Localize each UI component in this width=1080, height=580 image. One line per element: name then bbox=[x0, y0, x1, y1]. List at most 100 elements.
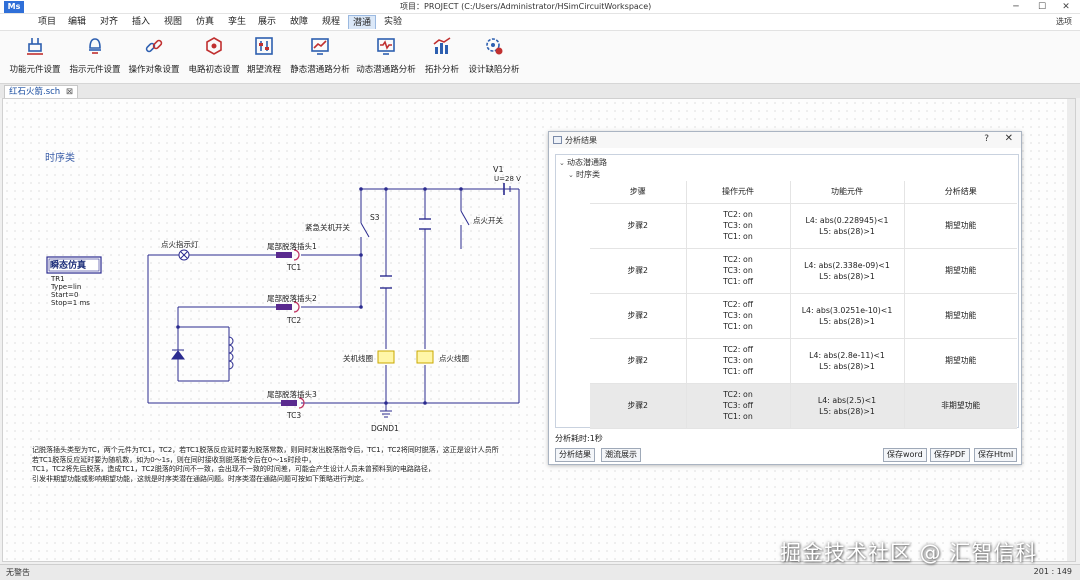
menu-align[interactable]: 对齐 bbox=[96, 15, 122, 29]
operation-line: TC1: on bbox=[723, 322, 753, 331]
menu-edit[interactable]: 编辑 bbox=[64, 15, 90, 29]
ribbon-label: 功能元件设置 bbox=[9, 65, 61, 75]
operation-cell: TC2: off TC3: on TC1: off bbox=[686, 338, 791, 384]
menu-procedure[interactable]: 规程 bbox=[318, 15, 344, 29]
step-cell: 步骤2 bbox=[590, 203, 687, 249]
function-cell: L4: abs(3.0251e-10)<1 L5: abs(28)>1 bbox=[790, 293, 905, 339]
function-line: L5: abs(28)>1 bbox=[819, 316, 875, 326]
ignition-coil[interactable] bbox=[416, 350, 434, 364]
sim-box-label: 瞬态仿真 bbox=[50, 261, 87, 271]
ignition-indicator-lamp[interactable] bbox=[178, 249, 190, 261]
operation-cell: TC2: on TC3: on TC1: off bbox=[686, 248, 791, 294]
column-header: 操作元件 bbox=[686, 181, 791, 204]
view-options-menu[interactable]: 选项 bbox=[1056, 15, 1072, 29]
sim-type-line: Stop=1 ms bbox=[51, 299, 90, 307]
table-row[interactable]: 步骤2 TC2: off TC3: on TC1: off L4: abs(2.8e-1… bbox=[590, 338, 1017, 384]
save-pdf-button[interactable]: 保存PDF bbox=[930, 448, 970, 462]
sim-type-line: TR1 bbox=[51, 275, 65, 283]
operation-cell: TC2: on TC3: on TC1: on bbox=[686, 203, 791, 249]
function-line: L5: abs(28)>1 bbox=[819, 226, 875, 236]
step-cell: 步骤2 bbox=[590, 293, 687, 339]
menu-project[interactable]: 项目 bbox=[34, 15, 60, 29]
menu-sneak-path[interactable]: 潜通 bbox=[348, 15, 377, 29]
result-cell: 期望功能 bbox=[904, 338, 1017, 384]
emergency-switch-s3[interactable] bbox=[360, 222, 370, 238]
document-tab[interactable]: 红石火箭.sch ⊠ bbox=[4, 85, 79, 98]
ribbon-label: 动态潜通路分析 bbox=[356, 65, 416, 75]
function-cell: L4: abs(2.8e-11)<1 L5: abs(28)>1 bbox=[790, 338, 905, 384]
warning-status: 无警告 bbox=[6, 568, 30, 577]
menu-twin[interactable]: 孪生 bbox=[224, 15, 250, 29]
operation-line: TC2: off bbox=[723, 300, 753, 309]
tree-node-dynamic-sneak[interactable]: ⌄ 动态潜通路 bbox=[559, 157, 607, 168]
analysis-result-button[interactable]: 分析结果 bbox=[555, 448, 595, 462]
description-line: 若TC1脱落反应延时要为随机数，如为0～1s，则在同时接收到脱落指令后在0～1s… bbox=[32, 455, 316, 464]
tree-node-timing[interactable]: ⌄ 时序类 bbox=[568, 169, 600, 180]
column-header: 功能元件 bbox=[790, 181, 905, 204]
operation-line: TC1: on bbox=[723, 412, 753, 421]
title-bar: Ms 项目：PROJECT (C:/Users/Administrator/HS… bbox=[0, 0, 1080, 14]
dynamic-analysis-icon bbox=[377, 38, 395, 55]
menu-view[interactable]: 视图 bbox=[160, 15, 186, 29]
menu-simulate[interactable]: 仿真 bbox=[192, 15, 218, 29]
table-row[interactable]: 步骤2 TC2: off TC3: on TC1: on L4: abs(3.0251e… bbox=[590, 293, 1017, 339]
description-text: 记脱落插头类型为TC，两个元件为TC1，TC2，若TC1脱落反应延时要为脱落常数… bbox=[32, 446, 547, 484]
function-line: L4: abs(0.228945)<1 bbox=[805, 215, 889, 225]
operation-line: TC3: on bbox=[723, 221, 753, 230]
function-line: L4: abs(2.338e-09)<1 bbox=[804, 260, 890, 270]
description-line: 引发非期望功能或影响期望功能，这就是时序类潜在通路问题。时序类潜在通路问题可按如… bbox=[32, 474, 368, 483]
circuit-initial-state-button[interactable]: 电路初态设置 bbox=[186, 35, 242, 81]
document-tab-label: 红石火箭.sch bbox=[9, 87, 61, 97]
expected-flow-button[interactable]: 期望流程 bbox=[244, 35, 284, 81]
table-row[interactable]: 步骤2 TC2: on TC3: off TC1: on L4: abs(2.5)<1 L… bbox=[590, 383, 1017, 429]
close-tab-icon[interactable]: ⊠ bbox=[66, 87, 73, 97]
menu-experiment[interactable]: 实验 bbox=[380, 15, 406, 29]
close-dialog-icon[interactable]: ✕ bbox=[1005, 133, 1013, 144]
collapse-arrow-icon[interactable]: ⌄ bbox=[559, 159, 567, 167]
diode[interactable] bbox=[171, 341, 185, 367]
document-tab-strip: 红石火箭.sch ⊠ bbox=[0, 84, 1080, 98]
voltage-label: U=28 V bbox=[494, 175, 521, 183]
functional-component-settings-button[interactable]: 功能元件设置 bbox=[6, 35, 64, 81]
plug1-label: 尾部脱落插头1 bbox=[267, 242, 317, 251]
operation-line: TC3: on bbox=[723, 356, 753, 365]
operation-object-settings-button[interactable]: 操作对象设置 bbox=[126, 35, 182, 81]
v1-label: V1 bbox=[493, 165, 504, 174]
function-line: L5: abs(28)>1 bbox=[819, 406, 875, 416]
indicator-component-settings-button[interactable]: 指示元件设置 bbox=[66, 35, 124, 81]
link-icon bbox=[145, 39, 163, 53]
maximize-button[interactable]: ☐ bbox=[1030, 0, 1054, 14]
collapse-arrow-icon[interactable]: ⌄ bbox=[568, 171, 576, 179]
sim-type-line: Start=0 bbox=[51, 291, 79, 299]
inductor[interactable] bbox=[228, 336, 234, 370]
help-icon[interactable]: ? bbox=[984, 134, 989, 144]
table-row[interactable]: 步骤2 TC2: on TC3: on TC1: on L4: abs(0.228945… bbox=[590, 203, 1017, 249]
ignition-switch[interactable] bbox=[460, 210, 470, 226]
save-word-button[interactable]: 保存word bbox=[883, 448, 927, 462]
operation-line: TC1: on bbox=[723, 232, 753, 241]
menu-present[interactable]: 展示 bbox=[254, 15, 280, 29]
tc1-label: TC1 bbox=[287, 263, 302, 272]
flow-display-button[interactable]: 潮流展示 bbox=[601, 448, 641, 462]
description-line: TC1，TC2将先后脱落，造成TC1，TC2脱落的时间不一致，会出现不一致的时间… bbox=[32, 465, 435, 473]
design-defect-analysis-button[interactable]: 设计缺陷分析 bbox=[466, 35, 522, 81]
dynamic-sneak-path-analysis-button[interactable]: 动态潜通路分析 bbox=[354, 35, 418, 81]
save-html-button[interactable]: 保存Html bbox=[974, 448, 1018, 462]
dialog-window-icon bbox=[553, 136, 562, 144]
ribbon-label: 静态潜通路分析 bbox=[290, 65, 350, 75]
minimize-button[interactable]: ─ bbox=[1004, 0, 1028, 14]
operation-cell: TC2: off TC3: on TC1: on bbox=[686, 293, 791, 339]
window-title: 项目：PROJECT (C:/Users/Administrator/HSimC… bbox=[400, 2, 652, 11]
static-sneak-path-analysis-button[interactable]: 静态潜通路分析 bbox=[288, 35, 352, 81]
menu-insert[interactable]: 插入 bbox=[128, 15, 154, 29]
table-row[interactable]: 步骤2 TC2: on TC3: on TC1: off L4: abs(2.338e-… bbox=[590, 248, 1017, 294]
operation-line: TC2: on bbox=[723, 255, 753, 264]
static-analysis-icon bbox=[311, 38, 329, 55]
lamp-label: 点火指示灯 bbox=[161, 240, 199, 249]
topology-analysis-button[interactable]: 拓扑分析 bbox=[420, 35, 464, 81]
step-cell: 步骤2 bbox=[590, 338, 687, 384]
shutdown-coil[interactable] bbox=[377, 350, 395, 364]
close-window-button[interactable]: ✕ bbox=[1054, 0, 1078, 14]
sliders-icon bbox=[255, 37, 273, 55]
menu-fault[interactable]: 故障 bbox=[286, 15, 312, 29]
